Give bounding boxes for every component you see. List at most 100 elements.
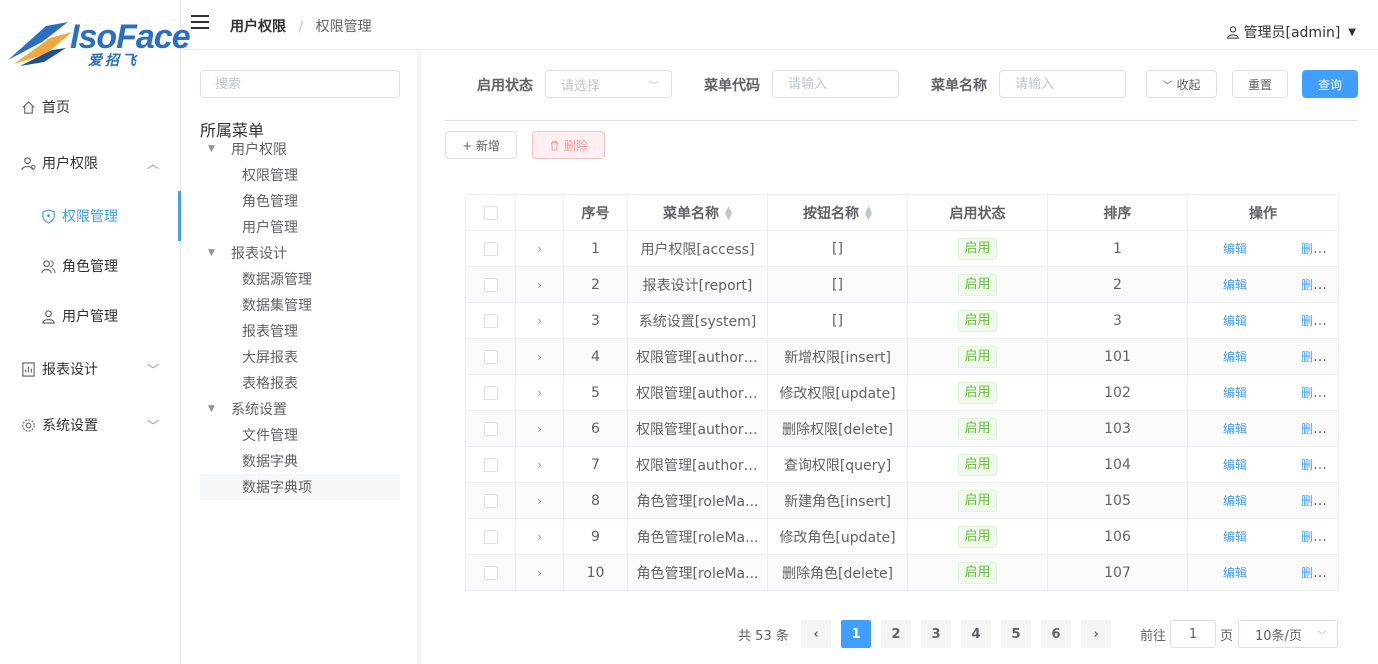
sort-icon[interactable]: ▲ ▼: [865, 205, 872, 221]
nav-item-home[interactable]: 首页: [0, 82, 181, 132]
delete-link[interactable]: 删除: [1301, 422, 1325, 436]
row-checkbox[interactable]: [483, 241, 498, 256]
menu-code-input[interactable]: [772, 70, 899, 98]
table-row[interactable]: › 2 报表设计[report][] 启用 2 编辑 删除: [465, 266, 1339, 303]
row-checkbox[interactable]: [483, 529, 498, 544]
collapse-button[interactable]: ﹀ 收起: [1146, 70, 1217, 98]
edit-link[interactable]: 编辑: [1223, 386, 1247, 400]
row-checkbox[interactable]: [483, 565, 498, 580]
row-checkbox[interactable]: [483, 349, 498, 364]
page-button[interactable]: 4: [961, 620, 991, 648]
nav-item-report-design[interactable]: 报表设计 ﹀: [0, 344, 181, 394]
tree-node-selected[interactable]: 数据字典项: [200, 474, 400, 500]
nav-item-user-permission[interactable]: 用户权限 ︿: [0, 138, 181, 188]
delete-link[interactable]: 删除: [1301, 386, 1325, 400]
select-all-checkbox[interactable]: [483, 205, 498, 220]
page-button[interactable]: 5: [1001, 620, 1031, 648]
table-row[interactable]: › 6 权限管理[authori... 删除权限[delete] 启用 103 编辑 删除: [465, 410, 1339, 447]
column-header-sortable[interactable]: 菜单名称 ▲ ▼: [627, 194, 768, 231]
table-row[interactable]: › 8 角色管理[roleMa... 新建角色[insert] 启用 105 编辑 删除: [465, 482, 1339, 519]
table-row[interactable]: › 1 用户权限[access][] 启用 1 编辑 删除: [465, 230, 1339, 267]
table-row[interactable]: › 4 权限管理[authori... 新增权限[insert] 启用 101 编辑 删除: [465, 338, 1339, 375]
chevron-right-icon[interactable]: ›: [537, 566, 542, 580]
nav-item-permission-management[interactable]: 权限管理: [0, 191, 181, 241]
row-checkbox[interactable]: [483, 277, 498, 292]
tree-node[interactable]: 表格报表: [200, 370, 400, 396]
chevron-right-icon[interactable]: ›: [537, 242, 542, 256]
nav-item-user-management[interactable]: 用户管理: [0, 291, 181, 341]
tree-node[interactable]: 大屏报表: [200, 344, 400, 370]
breadcrumb-item[interactable]: 用户权限: [230, 19, 286, 35]
page-button[interactable]: 2: [881, 620, 911, 648]
delete-link[interactable]: 删除: [1301, 350, 1325, 364]
add-button[interactable]: + 新增: [445, 131, 517, 159]
delete-link[interactable]: 删除: [1301, 566, 1325, 580]
menu-name-input[interactable]: [999, 70, 1126, 98]
sort-icon[interactable]: ▲ ▼: [725, 205, 732, 221]
table-row[interactable]: › 3 系统设置[system][] 启用 3 编辑 删除: [465, 302, 1339, 339]
delete-link[interactable]: 删除: [1301, 314, 1325, 328]
tree-node[interactable]: 权限管理: [200, 162, 400, 188]
hamburger-icon[interactable]: [191, 15, 209, 31]
page-button[interactable]: 1: [841, 620, 871, 648]
row-checkbox[interactable]: [483, 493, 498, 508]
table-row[interactable]: › 10 角色管理[roleMa... 删除角色[delete] 启用 107 编辑 删除: [465, 554, 1339, 591]
chevron-right-icon[interactable]: ›: [537, 494, 542, 508]
delete-link[interactable]: 删除: [1301, 242, 1325, 256]
edit-link[interactable]: 编辑: [1223, 350, 1247, 364]
reset-button[interactable]: 重置: [1232, 70, 1288, 98]
chevron-right-icon[interactable]: ›: [537, 458, 542, 472]
delete-link[interactable]: 删除: [1301, 530, 1325, 544]
edit-link[interactable]: 编辑: [1223, 242, 1247, 256]
delete-link[interactable]: 删除: [1301, 494, 1325, 508]
tree-node-system-settings[interactable]: ▼ 系统设置: [200, 396, 400, 422]
status-select[interactable]: 请选择 ﹀: [545, 70, 672, 98]
goto-page-input[interactable]: [1170, 620, 1216, 648]
row-checkbox[interactable]: [483, 385, 498, 400]
nav-item-system-settings[interactable]: 系统设置 ﹀: [0, 400, 181, 450]
edit-link[interactable]: 编辑: [1223, 422, 1247, 436]
tree-node[interactable]: 用户管理: [200, 214, 400, 240]
tree-node[interactable]: 数据字典: [200, 448, 400, 474]
nav-item-role-management[interactable]: 角色管理: [0, 241, 181, 291]
delete-button[interactable]: 删除: [532, 131, 605, 159]
page-button[interactable]: 6: [1041, 620, 1071, 648]
table-row[interactable]: › 9 角色管理[roleMa... 修改角色[update] 启用 106 编辑 删除: [465, 518, 1339, 555]
row-status-cell: 启用: [907, 482, 1048, 519]
edit-link[interactable]: 编辑: [1223, 530, 1247, 544]
delete-link[interactable]: 删除: [1301, 278, 1325, 292]
column-header-sortable[interactable]: 按钮名称 ▲ ▼: [767, 194, 908, 231]
row-checkbox[interactable]: [483, 421, 498, 436]
row-checkbox[interactable]: [483, 457, 498, 472]
page-size-select[interactable]: 10条/页 ﹀: [1238, 620, 1338, 648]
chevron-right-icon[interactable]: ›: [537, 278, 542, 292]
edit-link[interactable]: 编辑: [1223, 278, 1247, 292]
table-row[interactable]: › 7 权限管理[authori... 查询权限[query] 启用 104 编辑 删除: [465, 446, 1339, 483]
prev-page-button[interactable]: ‹: [801, 620, 831, 648]
tree-node[interactable]: 数据源管理: [200, 266, 400, 292]
row-checkbox[interactable]: [483, 313, 498, 328]
tree-node-user-permission[interactable]: ▼ 用户权限: [200, 136, 400, 162]
chevron-right-icon[interactable]: ›: [537, 350, 542, 364]
edit-link[interactable]: 编辑: [1223, 494, 1247, 508]
edit-link[interactable]: 编辑: [1223, 314, 1247, 328]
page-button[interactable]: 3: [921, 620, 951, 648]
tree-node[interactable]: 文件管理: [200, 422, 400, 448]
tree-node-report-design[interactable]: ▼ 报表设计: [200, 240, 400, 266]
tree-node-label: 文件管理: [242, 428, 298, 444]
tree-node[interactable]: 报表管理: [200, 318, 400, 344]
chevron-right-icon[interactable]: ›: [537, 386, 542, 400]
query-button[interactable]: 查询: [1302, 70, 1358, 98]
table-row[interactable]: › 5 权限管理[authori... 修改权限[update] 启用 102 编辑 删除: [465, 374, 1339, 411]
edit-link[interactable]: 编辑: [1223, 566, 1247, 580]
tree-node[interactable]: 角色管理: [200, 188, 400, 214]
chevron-right-icon[interactable]: ›: [537, 530, 542, 544]
tree-search-input[interactable]: [200, 70, 400, 98]
delete-link[interactable]: 删除: [1301, 458, 1325, 472]
tree-node[interactable]: 数据集管理: [200, 292, 400, 318]
chevron-right-icon[interactable]: ›: [537, 314, 542, 328]
user-menu[interactable]: 管理员[admin] ▼: [1226, 22, 1356, 42]
next-page-button[interactable]: ›: [1081, 620, 1111, 648]
edit-link[interactable]: 编辑: [1223, 458, 1247, 472]
chevron-right-icon[interactable]: ›: [537, 422, 542, 436]
